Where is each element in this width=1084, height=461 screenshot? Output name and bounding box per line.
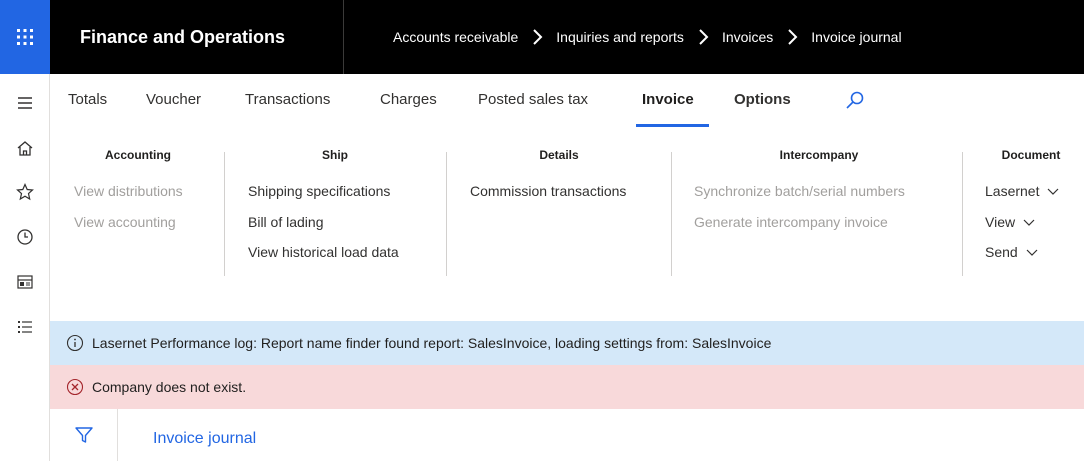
info-message-text: Lasernet Performance log: Report name fi… [92,335,772,351]
group-divider [671,152,672,276]
group-title-ship: Ship [322,148,348,162]
group-accounting: Accounting [72,148,204,162]
tab-totals[interactable]: Totals [68,91,107,108]
tab-options[interactable]: Options [734,91,791,108]
app-launcher-button[interactable] [0,0,50,74]
bill-of-lading-button[interactable]: Bill of lading [248,214,324,230]
workspaces-button[interactable] [0,265,50,299]
recent-button[interactable] [0,220,50,254]
search-button[interactable] [843,89,867,113]
send-label: Send [985,244,1018,260]
chevron-down-icon [1023,219,1035,227]
action-pane-tabs: Totals Voucher Transactions Charges Post… [50,74,1084,128]
lasernet-dropdown[interactable]: Lasernet [985,183,1059,199]
error-icon [66,378,84,396]
group-title-details: Details [539,148,579,162]
chevron-right-icon [696,28,710,46]
navigation-rail [0,74,50,461]
info-icon [66,334,84,352]
tab-transactions[interactable]: Transactions [245,91,330,108]
chevron-right-icon [785,28,799,46]
filter-pane-button[interactable] [50,409,118,461]
group-title-intercompany: Intercompany [779,148,859,162]
app-title[interactable]: Finance and Operations [80,0,285,74]
top-bar: Finance and Operations Accounts receivab… [0,0,1084,74]
hamburger-menu-button[interactable] [0,86,50,120]
chevron-down-icon [1026,249,1038,257]
star-icon [16,183,34,201]
chevron-right-icon [530,28,544,46]
error-message-bar: Company does not exist. [50,365,1084,409]
shipping-specifications-button[interactable]: Shipping specifications [248,183,390,199]
active-tab-indicator [636,124,709,127]
favorites-button[interactable] [0,175,50,209]
commission-transactions-button[interactable]: Commission transactions [470,183,626,199]
home-icon [17,141,33,156]
lasernet-label: Lasernet [985,183,1040,199]
group-title-document: Document [1001,148,1061,162]
group-ship: Ship [240,148,430,162]
breadcrumb-inquiries-and-reports[interactable]: Inquiries and reports [556,29,684,45]
group-title-accounting: Accounting [105,148,171,162]
header-divider [343,0,344,74]
view-distributions-button[interactable]: View distributions [74,183,183,199]
tab-invoice[interactable]: Invoice [642,91,694,108]
group-details: Details [468,148,650,162]
view-accounting-button[interactable]: View accounting [74,214,176,230]
view-label: View [985,214,1016,230]
hamburger-icon [18,97,32,109]
breadcrumb-accounts-receivable[interactable]: Accounts receivable [393,29,518,45]
tab-charges[interactable]: Charges [380,91,437,108]
error-message-text: Company does not exist. [92,379,247,395]
view-dropdown[interactable]: View [985,214,1035,230]
tab-posted-sales-tax[interactable]: Posted sales tax [478,91,588,108]
send-dropdown[interactable]: Send [985,244,1038,260]
modules-button[interactable] [0,310,50,344]
chevron-down-icon [1047,188,1059,196]
view-historical-load-data-button[interactable]: View historical load data [248,244,399,260]
info-message-bar: Lasernet Performance log: Report name fi… [50,321,1084,365]
breadcrumb: Accounts receivable Inquiries and report… [393,0,902,74]
breadcrumb-invoices[interactable]: Invoices [722,29,773,45]
group-divider [962,152,963,276]
list-icon [18,321,32,333]
clock-icon [17,229,33,245]
breadcrumb-invoice-journal[interactable]: Invoice journal [811,29,901,45]
group-document: Document [986,148,1076,162]
workspace-icon [17,275,33,289]
invoice-journal-link[interactable]: Invoice journal [153,430,256,448]
group-divider [446,152,447,276]
filter-icon [74,427,93,443]
synchronize-batch-serial-numbers-button[interactable]: Synchronize batch/serial numbers [694,183,905,199]
waffle-icon [17,29,33,45]
home-button[interactable] [0,131,50,165]
search-icon [846,91,864,109]
group-divider [224,152,225,276]
generate-intercompany-invoice-button[interactable]: Generate intercompany invoice [694,214,888,230]
group-intercompany: Intercompany [694,148,944,162]
tab-voucher[interactable]: Voucher [146,91,201,108]
